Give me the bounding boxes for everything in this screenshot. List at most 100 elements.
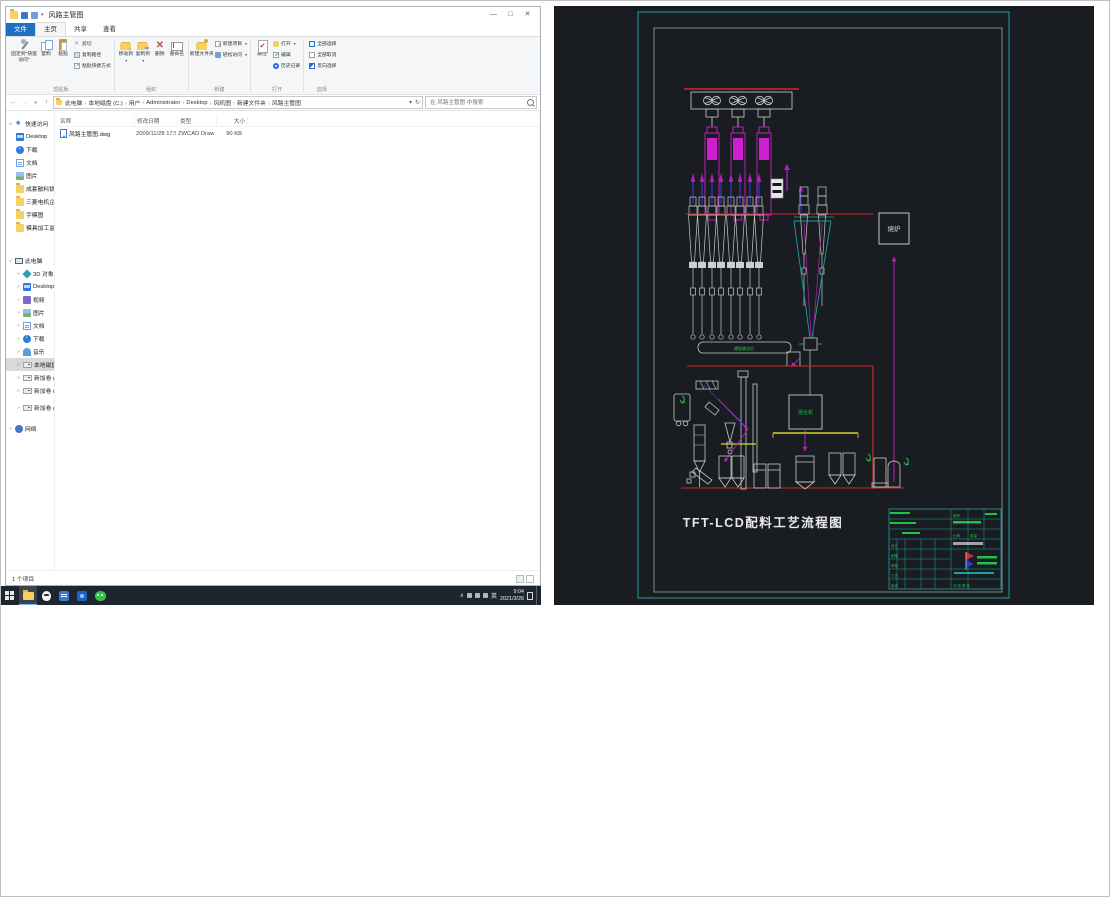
taskbar-blue-app[interactable] [73, 586, 91, 605]
refresh-icon[interactable]: ↻ [415, 99, 420, 106]
properties-button[interactable]: 属性 [254, 38, 270, 58]
tab-view[interactable]: 查看 [95, 23, 124, 36]
forward-button[interactable]: → [20, 99, 29, 106]
start-button[interactable] [1, 586, 19, 605]
sidebar-item-videos[interactable]: 视频 [6, 293, 54, 306]
breadcrumb[interactable]: 此电脑 本地磁盘 (C:) 用户 Administrator Desktop 风… [53, 96, 423, 109]
sidebar-item-network[interactable]: 网络 [6, 422, 54, 435]
details-view-icon[interactable] [516, 574, 524, 583]
drive-icon [23, 388, 32, 394]
thumbnail-view-icon[interactable] [526, 574, 534, 583]
sidebar-item-new-volume-f[interactable]: 新加卷 (F:) [6, 401, 54, 414]
move-to-button[interactable]: 移动到 [118, 38, 134, 63]
titlebar-caret-icon[interactable]: ▾ [41, 12, 44, 18]
sidebar-item-pictures[interactable]: 图片 [6, 169, 54, 182]
file-row[interactable]: 风路主管图.dwg 2009/11/28 17:53 ZWCAD Drawing… [58, 127, 540, 140]
rename-button[interactable]: 重命名 [169, 38, 185, 58]
minimize-button[interactable]: — [485, 8, 502, 22]
wechat-icon [94, 590, 106, 601]
sidebar-item-desktop[interactable]: Desktop [6, 280, 54, 293]
tray-icon[interactable] [483, 593, 488, 598]
maximize-button[interactable]: □ [502, 8, 519, 22]
paste-button[interactable]: 粘贴 [55, 38, 71, 58]
breadcrumb-users[interactable]: 用户 [124, 98, 142, 107]
select-none-button[interactable]: 全部取消 [309, 49, 336, 60]
breadcrumb-drive-c[interactable]: 本地磁盘 (C:) [83, 98, 123, 107]
delete-button[interactable]: 删除 [152, 38, 168, 58]
3d-objects-icon [22, 268, 32, 279]
sidebar-item-quick-access[interactable]: 快速访问 [6, 117, 54, 130]
breadcrumb-fan-folder[interactable]: 风机图 [209, 98, 232, 107]
sidebar-item-downloads[interactable]: 下载 [6, 332, 54, 345]
tab-share[interactable]: 共享 [66, 23, 95, 36]
sidebar-item-new-volume-e[interactable]: 新加卷 (E:) [6, 384, 54, 397]
back-button[interactable]: ← [9, 99, 18, 106]
new-folder-button[interactable]: 新建文件夹 [190, 38, 214, 58]
quick-access-toolbar-icon[interactable] [31, 11, 38, 19]
breadcrumb-administrator[interactable]: Administrator [141, 100, 181, 106]
history-button[interactable]: 历史记录 [273, 60, 300, 71]
file-name: 风路主管图.dwg [69, 132, 111, 138]
quick-access-toolbar-icon[interactable] [21, 11, 28, 19]
copy-path-button[interactable]: 复制路径 [74, 49, 111, 60]
search-input[interactable] [428, 98, 527, 107]
close-button[interactable]: ✕ [519, 8, 536, 22]
sidebar-item-folder[interactable]: 三菱电机企业图纸 [6, 195, 54, 208]
invert-selection-button[interactable]: 反向选择 [309, 60, 336, 71]
sidebar-item-desktop[interactable]: Desktop [6, 130, 54, 143]
sidebar-item-folder[interactable]: 字模图 [6, 208, 54, 221]
column-size[interactable]: 大小 [217, 116, 248, 125]
tray-icon[interactable] [475, 593, 480, 598]
taskbar-docs-app[interactable] [55, 586, 73, 605]
address-dropdown-icon[interactable]: ▾ [409, 99, 412, 106]
column-type[interactable]: 类型 [178, 116, 217, 125]
move-to-icon [119, 39, 132, 52]
taskbar-qq[interactable] [37, 586, 55, 605]
pin-to-quick-access-button[interactable]: 固定到"快速访问" [11, 38, 37, 63]
sidebar-item-documents[interactable]: 文档 [6, 319, 54, 332]
taskbar-wechat[interactable] [91, 586, 109, 605]
tray-icon[interactable] [467, 593, 472, 598]
search-box[interactable] [425, 96, 537, 109]
show-desktop-button[interactable] [536, 586, 540, 605]
tab-file[interactable]: 文件 [6, 23, 35, 36]
column-name[interactable]: 名称 [58, 116, 135, 125]
sidebar-item-local-disk-c[interactable]: 本地磁盘 (C:) [6, 358, 54, 371]
dwg-file-icon [60, 129, 67, 138]
sidebar-item-music[interactable]: 音乐 [6, 345, 54, 358]
folder-icon [16, 221, 24, 232]
breadcrumb-desktop[interactable]: Desktop [181, 100, 208, 106]
copy-to-button[interactable]: 复制到 [135, 38, 151, 63]
taskbar-file-explorer[interactable] [19, 586, 37, 605]
taskbar-clock[interactable]: 9:04 2021/3/26 [500, 589, 524, 603]
sidebar-item-this-pc[interactable]: 此电脑 [6, 254, 54, 267]
select-all-button[interactable]: 全部选择 [309, 38, 336, 49]
sidebar-item-3d-objects[interactable]: 3D 对象 [6, 267, 54, 280]
hidden-icons-chevron[interactable]: ∧ [460, 592, 464, 599]
copy-button[interactable]: 复制 [38, 38, 54, 58]
folder-icon [16, 182, 24, 193]
edit-button[interactable]: 编辑 [273, 49, 300, 60]
cut-button[interactable]: 剪切 [74, 38, 111, 49]
action-center-icon[interactable] [527, 591, 533, 600]
column-date-modified[interactable]: 修改日期 [135, 116, 178, 125]
language-indicator[interactable]: 英 [491, 591, 497, 600]
open-button[interactable]: 打开 [273, 38, 300, 49]
sidebar-item-folder[interactable]: 成套散料锅炉图纸 [6, 182, 54, 195]
breadcrumb-this-pc[interactable]: 此电脑 [64, 98, 83, 107]
sidebar-item-pictures[interactable]: 图片 [6, 306, 54, 319]
up-button[interactable]: ↑ [42, 99, 51, 106]
paste-shortcut-button[interactable]: 粘贴快捷方式 [74, 60, 111, 71]
sidebar-item-downloads[interactable]: 下载 [6, 143, 54, 156]
tab-home[interactable]: 主页 [35, 22, 66, 36]
breadcrumb-new-folder[interactable]: 新建文件夹 [232, 98, 267, 107]
breadcrumb-current-folder[interactable]: 风路主管图 [267, 98, 302, 107]
sidebar-item-folder[interactable]: 模具加工监理图 [6, 221, 54, 234]
easy-access-button[interactable]: 轻松访问 [214, 49, 247, 60]
cad-canvas[interactable]: 螺旋输送机 熔炉 混合机 TFT-LCD配料工艺流程图 设计 制图 审核 工艺 … [554, 6, 1094, 605]
new-item-button[interactable]: 新建项目 [214, 38, 247, 49]
recent-locations-button[interactable]: ▾ [31, 99, 40, 107]
copy-to-icon [136, 39, 149, 52]
sidebar-item-documents[interactable]: 文档 [6, 156, 54, 169]
sidebar-item-new-volume-d[interactable]: 新加卷 (D:) [6, 371, 54, 384]
